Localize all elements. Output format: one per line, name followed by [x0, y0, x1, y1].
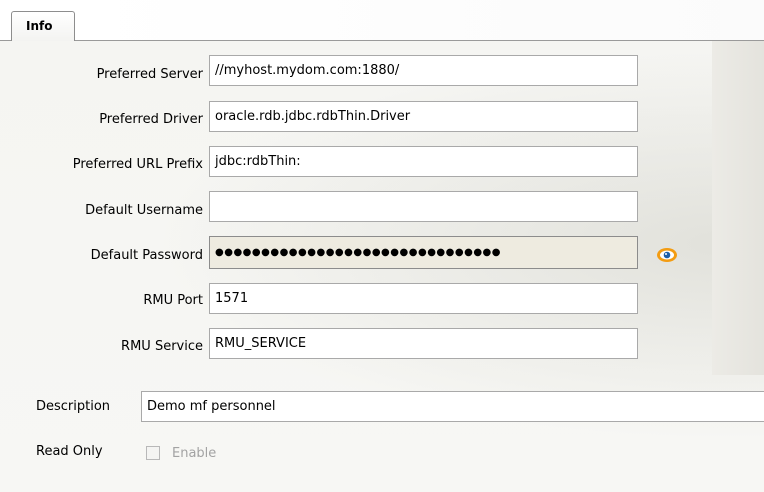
default-username-label: Default Username: [85, 203, 203, 218]
description-label: Description: [36, 399, 111, 414]
preferred-driver-input[interactable]: oracle.rdb.jdbc.rdbThin.Driver: [209, 101, 638, 132]
connection-properties-window: Info Preferred Server //myhost.mydom.com…: [0, 0, 764, 492]
read-only-enable-label: Enable: [172, 446, 217, 461]
description-input[interactable]: Demo mf personnel: [141, 391, 764, 422]
default-password-label: Default Password: [90, 248, 203, 263]
preferred-server-label: Preferred Server: [96, 67, 203, 82]
preferred-server-input[interactable]: //myhost.mydom.com:1880/: [209, 55, 638, 86]
tab-info[interactable]: Info: [11, 11, 75, 41]
rmu-service-input[interactable]: RMU_SERVICE: [209, 328, 638, 359]
tab-divider: [0, 40, 764, 41]
panel-side-shading: [712, 41, 764, 375]
eye-icon-iris: [663, 251, 671, 259]
rmu-port-input[interactable]: 1571: [209, 283, 638, 314]
preferred-driver-label: Preferred Driver: [99, 112, 203, 127]
read-only-checkbox[interactable]: [146, 446, 160, 460]
preferred-url-prefix-label: Preferred URL Prefix: [72, 157, 203, 172]
default-username-input[interactable]: [209, 191, 638, 222]
eye-icon-glint: [665, 253, 667, 255]
preferred-url-prefix-input[interactable]: jdbc:rdbThin:: [209, 146, 638, 177]
eye-icon[interactable]: [656, 246, 678, 264]
default-password-input[interactable]: ●●●●●●●●●●●●●●●●●●●●●●●●●●●●●●●: [209, 236, 638, 269]
rmu-port-label: RMU Port: [143, 293, 203, 308]
read-only-label: Read Only: [36, 444, 103, 459]
tab-strip: [75, 0, 764, 40]
rmu-service-label: RMU Service: [121, 339, 203, 354]
